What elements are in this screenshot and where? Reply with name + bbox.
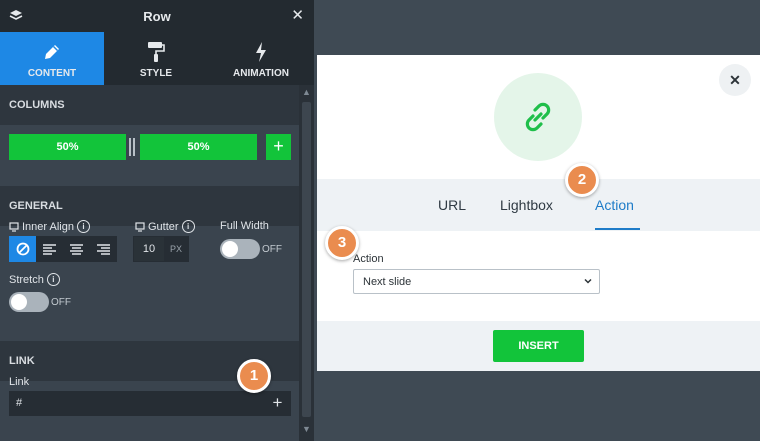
panel-close-button[interactable]: ✕ — [291, 8, 304, 23]
column-right[interactable]: 50% — [140, 134, 257, 160]
panel-scrollbar[interactable]: ▲ ▼ — [299, 85, 314, 441]
align-right-icon — [97, 243, 110, 255]
pencil-icon — [0, 41, 104, 63]
panel-tabs: CONTENT STYLE ANIMATION — [0, 32, 314, 85]
inner-align-text: Inner Align — [22, 220, 74, 233]
modal-tabs: URL Lightbox Action — [317, 179, 760, 231]
scroll-down-icon[interactable]: ▼ — [301, 424, 312, 435]
align-right-button[interactable] — [90, 236, 117, 262]
stretch-label: Stretch i — [9, 273, 60, 286]
lightning-icon — [208, 41, 314, 63]
stretch-toggle[interactable] — [9, 292, 49, 312]
action-select[interactable]: Next slide — [353, 269, 600, 294]
column-left[interactable]: 50% — [9, 134, 126, 160]
link-input[interactable]: # — [9, 391, 264, 416]
info-icon[interactable]: i — [46, 273, 60, 286]
gutter-unit[interactable]: PX — [164, 237, 188, 261]
insert-button[interactable]: INSERT — [493, 330, 584, 362]
align-left-button[interactable] — [36, 236, 63, 262]
step-badge-3: 3 — [325, 226, 359, 260]
full-width-state: OFF — [262, 244, 282, 255]
tab-lightbox[interactable]: Lightbox — [500, 197, 553, 213]
section-columns-header: COLUMNS — [0, 85, 299, 125]
link-icon — [494, 73, 582, 161]
inner-align-buttons — [9, 236, 117, 262]
monitor-icon — [135, 221, 145, 232]
modal-close-button[interactable]: ✕ — [719, 64, 751, 96]
tab-animation-label: ANIMATION — [233, 68, 289, 79]
paint-roller-icon — [104, 41, 208, 63]
gutter-label: Gutter i — [135, 220, 195, 233]
tab-url[interactable]: URL — [438, 197, 466, 213]
align-center-icon — [70, 243, 83, 255]
link-add-button[interactable]: + — [264, 391, 291, 416]
tab-content-label: CONTENT — [27, 68, 77, 79]
panel-header: Row ✕ — [0, 0, 314, 32]
align-center-button[interactable] — [63, 236, 90, 262]
info-icon[interactable]: i — [181, 220, 195, 233]
column-resize-handle[interactable] — [129, 138, 135, 156]
link-modal: ✕ URL Lightbox Action Action Next slide … — [317, 55, 760, 371]
scrollbar-thumb[interactable] — [302, 102, 311, 417]
step-badge-1: 1 — [237, 359, 271, 393]
full-width-toggle[interactable] — [220, 239, 260, 259]
panel-title: Row — [143, 9, 171, 24]
action-label: Action — [353, 253, 384, 265]
inner-align-label: Inner Align i — [9, 220, 90, 233]
action-panel: Action Next slide — [317, 231, 760, 321]
scroll-up-icon[interactable]: ▲ — [301, 87, 312, 98]
tab-style-label: STYLE — [139, 68, 173, 79]
monitor-icon — [9, 221, 19, 232]
info-icon[interactable]: i — [76, 220, 90, 233]
link-label: Link — [9, 376, 30, 388]
active-tab-indicator — [595, 228, 640, 230]
gutter-input-group: 10 PX — [133, 236, 189, 262]
align-none-button[interactable] — [9, 236, 36, 262]
stretch-state: OFF — [51, 297, 71, 308]
gutter-input[interactable]: 10 — [134, 237, 164, 261]
modal-footer: INSERT — [317, 321, 760, 371]
tab-style[interactable]: STYLE — [104, 32, 208, 85]
chevron-down-icon — [584, 278, 592, 284]
gutter-text: Gutter — [148, 220, 179, 233]
no-align-icon — [16, 242, 29, 256]
action-select-value: Next slide — [363, 276, 412, 288]
step-badge-2: 2 — [565, 163, 599, 197]
full-width-label: Full Width — [220, 220, 269, 232]
stretch-text: Stretch — [9, 273, 44, 286]
tab-action[interactable]: Action — [595, 197, 634, 213]
add-column-button[interactable]: + — [266, 134, 291, 160]
tab-animation[interactable]: ANIMATION — [208, 32, 314, 85]
align-left-icon — [43, 243, 56, 255]
tab-content[interactable]: CONTENT — [0, 32, 104, 85]
